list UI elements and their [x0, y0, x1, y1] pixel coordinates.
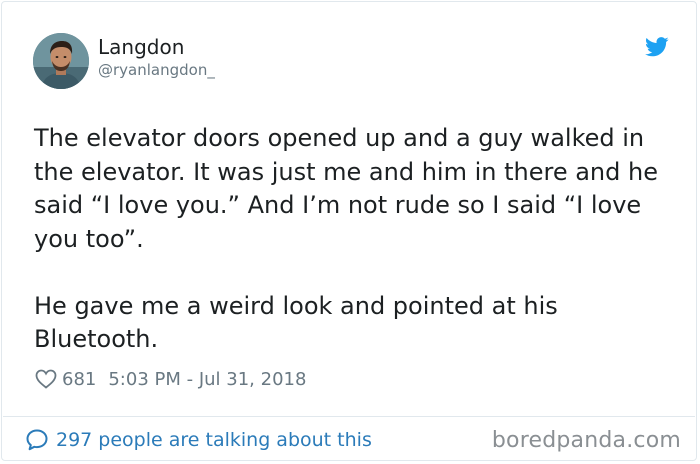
footer-divider [3, 416, 695, 417]
tweet-card: Langdon @ryanlangdon_ The elevator doors… [1, 1, 697, 461]
speech-bubble-icon [26, 429, 48, 451]
talking-about-text: 297 people are talking about this [56, 429, 372, 451]
avatar-image [33, 33, 89, 89]
boredpanda-watermark: boredpanda.com [491, 428, 681, 453]
heart-icon[interactable] [35, 369, 57, 389]
tweet-meta: 681 5:03 PM - Jul 31, 2018 [35, 366, 306, 392]
tweet-timestamp[interactable]: 5:03 PM - Jul 31, 2018 [108, 369, 306, 390]
tweet-text: The elevator doors opened up and a guy w… [34, 122, 674, 357]
author-name[interactable]: Langdon [98, 35, 184, 59]
author-handle[interactable]: @ryanlangdon_ [98, 61, 215, 79]
like-count[interactable]: 681 [62, 369, 96, 390]
talking-about-link[interactable]: 297 people are talking about this [25, 426, 372, 454]
tweet-paragraph: He gave me a weird look and pointed at h… [34, 291, 558, 354]
twitter-bird-icon[interactable] [645, 37, 669, 57]
avatar[interactable] [33, 33, 89, 89]
tweet-paragraph: The elevator doors opened up and a guy w… [34, 124, 658, 253]
